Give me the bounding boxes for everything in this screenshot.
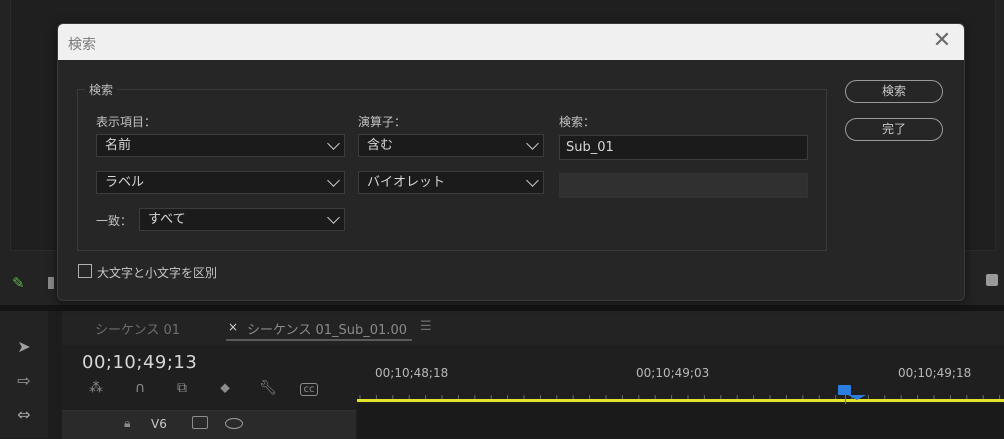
panel-icon[interactable]	[48, 277, 54, 289]
snap-icon[interactable]: ∩	[130, 380, 150, 398]
linked-selection-icon[interactable]: ⧉	[172, 380, 192, 398]
search-input-2[interactable]	[559, 173, 808, 198]
match-select[interactable]: すべて	[139, 208, 345, 231]
find-dialog: 検索 ✕ 検索 表示項目： 演算子： 検索： 名前 含む Sub_01 ラベル …	[57, 23, 965, 301]
operator-select-1-value: 含む	[367, 138, 394, 153]
ripple-edit-tool-icon[interactable]: ⇔	[12, 405, 36, 425]
track-area[interactable]	[357, 404, 1004, 438]
track-name[interactable]: V6	[151, 417, 167, 431]
track-select-tool-icon[interactable]: ⇨	[12, 371, 36, 391]
ruler-label: 00;10;49;18	[898, 366, 972, 380]
match-label: 一致：	[96, 214, 133, 228]
operator-label: 演算子：	[358, 115, 407, 129]
tab-sequence-01-sub[interactable]: シーケンス 01_Sub_01.00	[247, 319, 407, 338]
chevron-down-icon	[327, 211, 340, 224]
tools-panel: ➤ ⇨ ⇔	[0, 311, 48, 438]
column-label: 表示項目：	[96, 115, 157, 129]
ruler-label: 00;10;49;03	[636, 366, 710, 380]
playhead-timecode[interactable]: 00;10;49;13	[82, 352, 197, 373]
chevron-down-icon	[526, 174, 539, 187]
chevron-down-icon	[327, 174, 340, 187]
work-area-bar[interactable]	[357, 399, 1004, 402]
active-tab-underline	[226, 339, 412, 341]
new-item-icon[interactable]	[986, 274, 998, 286]
lock-icon[interactable]: 🔒︎	[124, 416, 130, 431]
done-button[interactable]: 完了	[845, 118, 943, 141]
search-input-1[interactable]: Sub_01	[559, 135, 808, 160]
chevron-down-icon	[526, 137, 539, 150]
column-select-1-value: 名前	[105, 138, 132, 153]
playhead-handle[interactable]	[838, 385, 851, 395]
column-select-2-value: ラベル	[105, 175, 145, 190]
eye-icon[interactable]	[225, 418, 243, 429]
operator-select-2[interactable]: バイオレット	[358, 171, 544, 194]
playhead-marker	[848, 395, 866, 400]
case-sensitive-checkbox[interactable]	[78, 264, 92, 278]
sync-lock-icon[interactable]	[192, 416, 208, 429]
match-select-value: すべて	[148, 212, 186, 227]
pencil-icon[interactable]: ✎	[12, 274, 28, 292]
dialog-title: 検索	[68, 37, 96, 53]
timeline-tab-bar	[62, 311, 1004, 345]
search-group-label: 検索	[85, 81, 118, 98]
column-select-1[interactable]: 名前	[96, 134, 345, 157]
settings-wrench-icon[interactable]: 🔧︎	[258, 380, 278, 398]
captions-icon[interactable]: cc	[300, 383, 318, 396]
panel-menu-icon[interactable]: ☰	[420, 319, 432, 334]
nest-icon[interactable]: ⁂	[86, 380, 106, 398]
operator-select-2-value: バイオレット	[367, 175, 446, 190]
close-tab-icon[interactable]: ×	[228, 320, 238, 334]
search-label: 検索：	[559, 115, 596, 129]
column-select-2[interactable]: ラベル	[96, 171, 345, 194]
operator-select-1[interactable]: 含む	[358, 134, 544, 157]
find-button[interactable]: 検索	[845, 80, 943, 103]
chevron-down-icon	[327, 137, 340, 150]
dialog-title-bar: 検索 ✕	[58, 24, 964, 60]
ruler-label: 00;10;48;18	[375, 366, 449, 380]
track-header-v6	[62, 410, 356, 439]
tab-sequence-01[interactable]: シーケンス 01	[95, 319, 180, 338]
selection-tool-icon[interactable]: ➤	[12, 337, 36, 357]
close-icon[interactable]: ✕	[932, 30, 952, 52]
case-sensitive-label[interactable]: 大文字と小文字を区別	[97, 264, 217, 281]
add-marker-icon[interactable]: ⬥	[215, 380, 235, 398]
